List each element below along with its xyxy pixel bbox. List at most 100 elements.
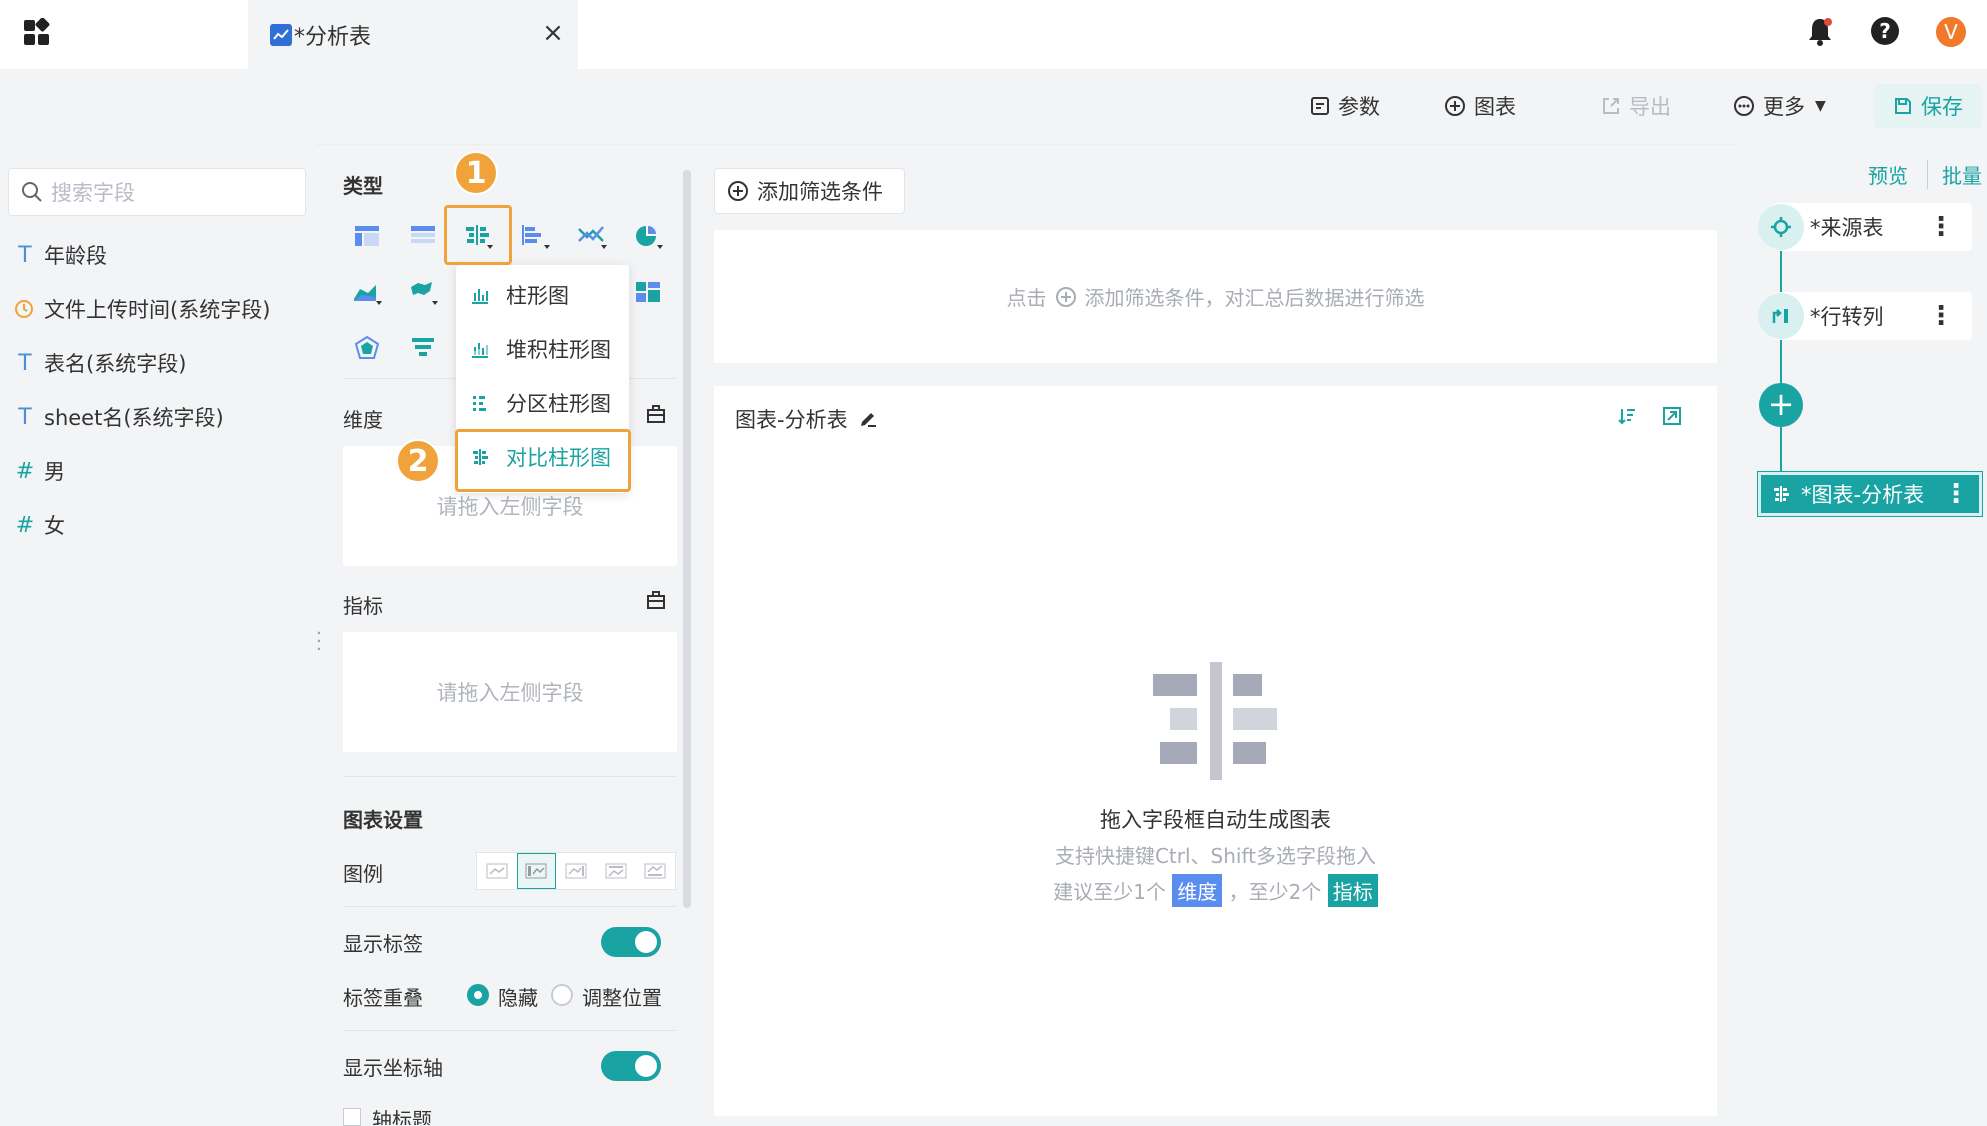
- more-vertical-icon[interactable]: ⋮: [1928, 301, 1954, 331]
- divider: [343, 1030, 677, 1031]
- field-item[interactable]: 文件上传时间(系统字段): [14, 294, 270, 324]
- target-icon: [1758, 204, 1804, 250]
- funnel-chart-icon[interactable]: [403, 328, 443, 368]
- pivot-table-icon[interactable]: [347, 216, 387, 256]
- more-vertical-icon[interactable]: ⋮: [1928, 212, 1954, 242]
- legend-top-option[interactable]: [596, 853, 636, 889]
- radar-chart-icon[interactable]: [347, 328, 387, 368]
- overlap-hide-label: 隐藏: [498, 986, 538, 1010]
- divider: [343, 776, 677, 777]
- more-circle-icon: [1734, 96, 1754, 116]
- overlap-adjust-radio[interactable]: [551, 984, 573, 1006]
- clock-icon: [14, 299, 36, 319]
- chart-title: 图表-分析表: [735, 404, 878, 434]
- legend-none-option[interactable]: [477, 853, 517, 889]
- label-overlap-label: 标签重叠: [343, 986, 423, 1010]
- field-item[interactable]: Tsheet名(系统字段): [14, 402, 223, 432]
- stacked-bar-icon: [472, 343, 488, 358]
- detail-table-icon[interactable]: [403, 216, 443, 256]
- tab-analysis[interactable]: *分析表 ×: [248, 0, 578, 69]
- overlap-hide-radio[interactable]: [467, 984, 489, 1006]
- edit-icon[interactable]: [858, 409, 878, 429]
- partition-bar-icon: [473, 396, 486, 411]
- bell-icon[interactable]: [1806, 16, 1834, 46]
- menu-item-partition-bar[interactable]: 分区柱形图: [456, 381, 629, 425]
- show-labels-label: 显示标签: [343, 932, 423, 956]
- search-input[interactable]: 搜索字段: [8, 168, 306, 216]
- overlap-adjust-label: 调整位置: [582, 986, 662, 1010]
- field-panel: [0, 144, 316, 1125]
- show-labels-toggle[interactable]: [601, 927, 661, 957]
- number-type-icon: #: [15, 512, 35, 538]
- empty-title: 拖入字段框自动生成图表: [1100, 808, 1331, 832]
- tab-label: *分析表: [294, 24, 372, 50]
- axis-title-checkbox[interactable]: [343, 1108, 361, 1126]
- params-icon: [1311, 97, 1329, 115]
- add-chart-button[interactable]: 图表: [1444, 92, 1516, 120]
- sort-icon[interactable]: [1617, 406, 1637, 426]
- help-icon[interactable]: ?: [1871, 17, 1899, 45]
- expand-icon[interactable]: [1662, 406, 1682, 426]
- menu-item-bar[interactable]: 柱形图: [456, 273, 629, 317]
- save-button[interactable]: 保存: [1874, 84, 1982, 128]
- batch-link[interactable]: 批量: [1927, 160, 1987, 189]
- legend-bottom-option[interactable]: [635, 853, 675, 889]
- line-chart-type-icon[interactable]: [572, 216, 612, 256]
- search-icon: [22, 182, 42, 202]
- app-grid-icon[interactable]: [22, 18, 52, 48]
- text-type-icon: T: [18, 242, 32, 268]
- export-icon: [1603, 98, 1619, 114]
- field-item[interactable]: T 表名(系统字段): [14, 348, 186, 378]
- more-button[interactable]: 更多 ▼: [1733, 92, 1826, 120]
- field-item[interactable]: # 女: [14, 510, 65, 540]
- empty-suggestion: 建议至少1个 维度 ，至少2个 指标: [714, 874, 1717, 907]
- dimension-chip: 维度: [1172, 874, 1223, 907]
- toolbar: [0, 69, 1987, 144]
- legend-label: 图例: [343, 862, 383, 886]
- legend-right-option[interactable]: [556, 853, 596, 889]
- flow-node-source[interactable]: *来源表 ⋮: [1758, 203, 1972, 251]
- params-button[interactable]: 参数: [1310, 92, 1380, 120]
- add-node-button[interactable]: +: [1759, 383, 1803, 427]
- row-to-column-icon: [1758, 293, 1804, 339]
- plus-circle-icon: [1055, 286, 1076, 307]
- plus-circle-icon: [728, 181, 748, 201]
- close-icon[interactable]: ×: [538, 18, 568, 48]
- save-icon: [1895, 98, 1911, 114]
- flow-node-pivot[interactable]: *行转列 ⋮: [1758, 292, 1972, 340]
- menu-item-stacked-bar[interactable]: 堆积柱形图: [456, 327, 629, 371]
- legend-left-option[interactable]: [516, 853, 557, 889]
- dimension-label: 维度: [343, 408, 383, 432]
- text-type-icon: T: [18, 350, 32, 376]
- briefcase-icon[interactable]: [646, 590, 666, 610]
- highlight-compare-menu-item: [455, 429, 631, 492]
- config-scrollbar[interactable]: [683, 170, 691, 908]
- metric-label: 指标: [343, 594, 383, 618]
- horizontal-bar-chart-icon[interactable]: [515, 216, 555, 256]
- resize-handle[interactable]: · · ·: [316, 625, 322, 659]
- step-badge-1: 1: [454, 151, 498, 195]
- show-axis-label: 显示坐标轴: [343, 1056, 443, 1080]
- filter-area: 点击 添加筛选条件，对汇总后数据进行筛选: [714, 230, 1717, 363]
- divider: [343, 906, 677, 907]
- preview-link[interactable]: 预览: [1868, 160, 1908, 189]
- pie-chart-icon[interactable]: [628, 216, 668, 256]
- briefcase-icon[interactable]: [646, 404, 666, 424]
- metric-dropzone[interactable]: 请拖入左侧字段: [343, 632, 677, 752]
- metric-chip: 指标: [1327, 874, 1378, 907]
- bar-chart-icon: [472, 289, 488, 304]
- highlight-compare-icon: [444, 205, 512, 265]
- flow-node-chart[interactable]: *图表-分析表 ⋮: [1757, 471, 1983, 517]
- map-chart-icon[interactable]: [403, 272, 443, 312]
- field-item[interactable]: T 年龄段: [14, 240, 107, 270]
- more-vertical-icon[interactable]: ⋮: [1943, 479, 1969, 509]
- show-axis-toggle[interactable]: [601, 1051, 661, 1081]
- area-chart-icon[interactable]: [347, 272, 387, 312]
- step-badge-2: 2: [396, 439, 440, 483]
- export-button[interactable]: 导出: [1601, 92, 1671, 120]
- chart-settings-label: 图表设置: [343, 808, 423, 832]
- dashboard-grid-icon[interactable]: [628, 272, 668, 312]
- avatar[interactable]: V: [1936, 17, 1966, 47]
- add-filter-button[interactable]: 添加筛选条件: [714, 168, 905, 214]
- field-item[interactable]: # 男: [14, 456, 65, 486]
